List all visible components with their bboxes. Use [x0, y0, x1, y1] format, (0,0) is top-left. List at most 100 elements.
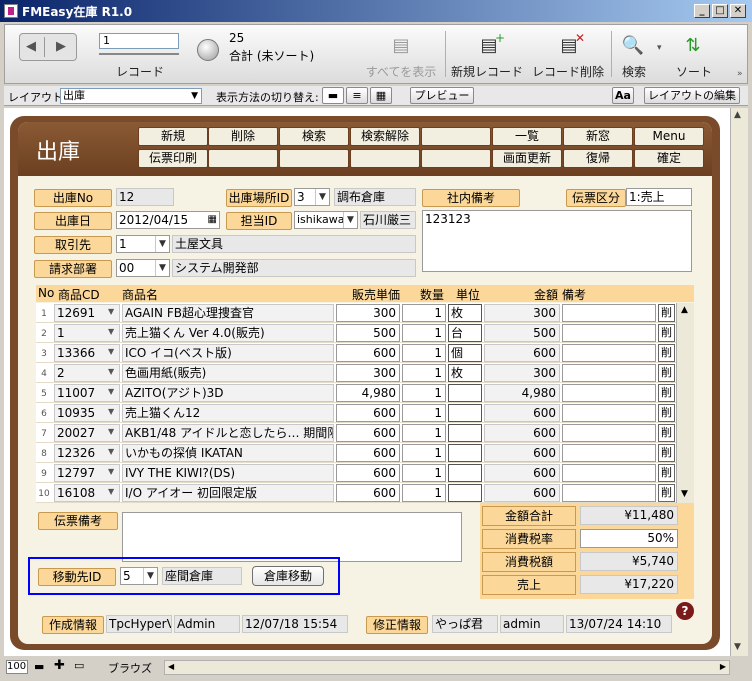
unit-price-field[interactable]: 500: [336, 324, 400, 342]
blank-nav-button[interactable]: [279, 149, 349, 168]
text-format-button[interactable]: Aa: [612, 87, 634, 104]
unit-field[interactable]: [448, 444, 482, 462]
refresh-button[interactable]: 画面更新: [492, 149, 562, 168]
chevron-down-icon[interactable]: ▼: [108, 367, 114, 376]
table-scrollbar[interactable]: ▲ ▼: [676, 303, 694, 503]
move-dest-id-field[interactable]: 5 ▼: [120, 567, 158, 585]
chevron-down-icon[interactable]: ▼: [108, 347, 114, 356]
zoom-in-icon[interactable]: ✚: [54, 658, 65, 673]
sort-button[interactable]: ソート: [675, 63, 713, 80]
note-field[interactable]: [562, 344, 656, 362]
product-name-field[interactable]: いかもの探偵 IKATAN: [122, 444, 334, 462]
note-field[interactable]: [562, 444, 656, 462]
delete-row-button[interactable]: 削: [658, 424, 675, 442]
blank-nav-button[interactable]: [421, 149, 491, 168]
blank-nav-button[interactable]: [208, 149, 278, 168]
search-button[interactable]: 検索: [617, 63, 651, 80]
note-field[interactable]: [562, 384, 656, 402]
close-button[interactable]: ✕: [730, 4, 746, 18]
quantity-field[interactable]: 1: [402, 484, 446, 502]
move-warehouse-button[interactable]: 倉庫移動: [252, 566, 324, 586]
quantity-field[interactable]: 1: [402, 384, 446, 402]
maximize-button[interactable]: □: [712, 4, 728, 18]
chevron-down-icon[interactable]: ▼: [108, 467, 114, 476]
delete-row-button[interactable]: 削: [658, 344, 675, 362]
unit-price-field[interactable]: 600: [336, 424, 400, 442]
note-field[interactable]: [562, 324, 656, 342]
show-all-button[interactable]: すべてを表示: [363, 63, 439, 80]
toggle-toolbar-icon[interactable]: ▭: [74, 659, 84, 672]
note-field[interactable]: [562, 304, 656, 322]
new-button[interactable]: 新規: [138, 127, 208, 146]
quantity-field[interactable]: 1: [402, 424, 446, 442]
scroll-left-icon[interactable]: ◀: [168, 662, 174, 671]
delete-row-button[interactable]: 削: [658, 404, 675, 422]
record-navigator[interactable]: ◀ ▶: [19, 33, 77, 61]
delete-row-button[interactable]: 削: [658, 484, 675, 502]
zoom-level[interactable]: 100: [6, 660, 28, 674]
shukko-no-field[interactable]: 12: [116, 188, 174, 206]
chevron-down-icon[interactable]: ▼: [108, 487, 114, 496]
product-name-field[interactable]: 色画用紙(販売): [122, 364, 334, 382]
preview-button[interactable]: プレビュー: [410, 87, 474, 104]
product-name-field[interactable]: AZITO(アジト)3D: [122, 384, 334, 402]
unit-field[interactable]: [448, 424, 482, 442]
quantity-field[interactable]: 1: [402, 404, 446, 422]
find-button[interactable]: 検索: [279, 127, 349, 146]
note-field[interactable]: [562, 464, 656, 482]
help-icon[interactable]: ?: [676, 602, 694, 620]
delete-row-button[interactable]: 削: [658, 304, 675, 322]
quantity-field[interactable]: 1: [402, 344, 446, 362]
note-field[interactable]: [562, 424, 656, 442]
record-slider[interactable]: [99, 53, 179, 55]
unit-field[interactable]: [448, 464, 482, 482]
form-view-button[interactable]: ▬: [322, 87, 344, 104]
chevron-down-icon[interactable]: ▼: [108, 307, 114, 316]
blank-nav-button[interactable]: [421, 127, 491, 146]
unit-field[interactable]: 個: [448, 344, 482, 362]
product-name-field[interactable]: IVY THE KIWI?(DS): [122, 464, 334, 482]
prev-record-icon[interactable]: ◀: [26, 39, 36, 54]
table-view-button[interactable]: ▦: [370, 87, 392, 104]
list-view-button[interactable]: ≡: [346, 87, 368, 104]
unit-price-field[interactable]: 4,980: [336, 384, 400, 402]
new-record-button[interactable]: 新規レコード: [449, 63, 525, 80]
list-button[interactable]: 一覧: [492, 127, 562, 146]
note-field[interactable]: [562, 484, 656, 502]
blank-nav-button[interactable]: [350, 149, 420, 168]
quantity-field[interactable]: 1: [402, 304, 446, 322]
note-field[interactable]: [562, 364, 656, 382]
unit-price-field[interactable]: 600: [336, 344, 400, 362]
record-number-input[interactable]: 1: [99, 33, 179, 49]
quantity-field[interactable]: 1: [402, 324, 446, 342]
new-window-button[interactable]: 新窓: [563, 127, 633, 146]
product-name-field[interactable]: I/O アイオー 初回限定版: [122, 484, 334, 502]
unit-field[interactable]: [448, 484, 482, 502]
delete-row-button[interactable]: 削: [658, 324, 675, 342]
location-id-field[interactable]: 3 ▼: [294, 188, 330, 206]
unit-field[interactable]: 枚: [448, 364, 482, 382]
revert-button[interactable]: 復帰: [563, 149, 633, 168]
layout-select[interactable]: 出庫 ▼: [60, 88, 202, 104]
clear-find-button[interactable]: 検索解除: [350, 127, 420, 146]
scroll-down-icon[interactable]: ▼: [681, 489, 688, 499]
product-name-field[interactable]: 売上猫くん Ver 4.0(販売): [122, 324, 334, 342]
slip-note-textarea[interactable]: [122, 512, 462, 562]
chevron-down-icon[interactable]: ▼: [108, 327, 114, 336]
next-record-icon[interactable]: ▶: [56, 39, 66, 54]
delete-row-button[interactable]: 削: [658, 444, 675, 462]
zoom-out-icon[interactable]: ▬: [34, 660, 44, 673]
toolbar-overflow-icon[interactable]: »: [737, 69, 743, 79]
unit-field[interactable]: [448, 384, 482, 402]
unit-price-field[interactable]: 600: [336, 404, 400, 422]
note-field[interactable]: [562, 404, 656, 422]
menu-button[interactable]: Menu: [634, 127, 704, 146]
unit-price-field[interactable]: 600: [336, 444, 400, 462]
billing-dept-id-field[interactable]: 00 ▼: [116, 259, 170, 277]
delete-record-button[interactable]: レコード削除: [529, 63, 607, 80]
search-dropdown-icon[interactable]: ▾: [657, 43, 662, 53]
calendar-icon[interactable]: ▦: [208, 212, 217, 228]
print-slip-button[interactable]: 伝票印刷: [138, 149, 208, 168]
slip-type-field[interactable]: 1:売上: [626, 188, 692, 206]
unit-field[interactable]: [448, 404, 482, 422]
